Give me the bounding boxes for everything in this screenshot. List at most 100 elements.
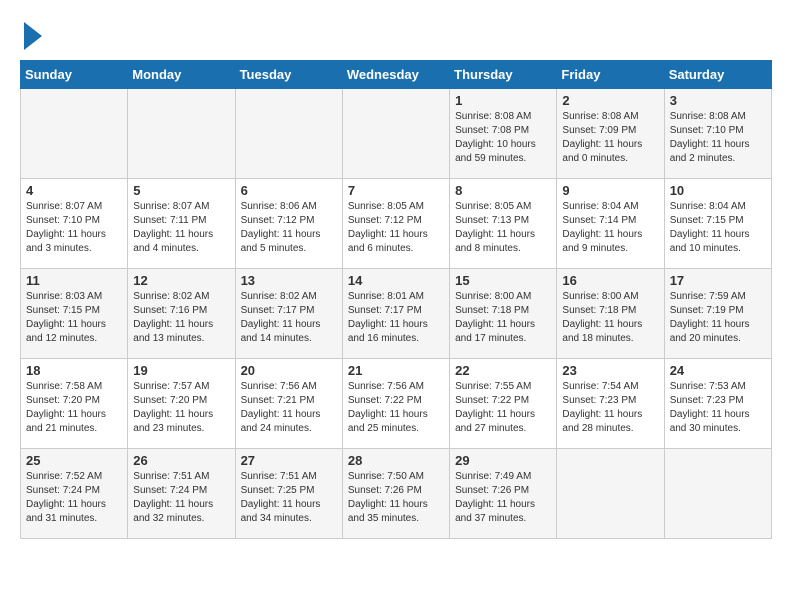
header-tuesday: Tuesday [235,61,342,89]
calendar-cell: 25 Sunrise: 7:52 AM Sunset: 7:24 PM Dayli… [21,449,128,539]
calendar-cell: 10 Sunrise: 8:04 AM Sunset: 7:15 PM Dayli… [664,179,771,269]
day-info: Sunrise: 7:54 AM Sunset: 7:23 PM Dayligh… [562,380,658,436]
calendar-week-row: 4 Sunrise: 8:07 AM Sunset: 7:10 PM Daylig… [21,179,772,269]
day-info: Sunrise: 7:52 AM Sunset: 7:24 PM Dayligh… [26,470,122,526]
calendar-cell: 22 Sunrise: 7:55 AM Sunset: 7:22 PM Dayli… [450,359,557,449]
day-number: 22 [455,363,551,378]
day-info: Sunrise: 8:04 AM Sunset: 7:14 PM Dayligh… [562,200,658,256]
calendar-cell: 2 Sunrise: 8:08 AM Sunset: 7:09 PM Daylig… [557,89,664,179]
day-number: 6 [241,183,337,198]
calendar-cell: 13Sunrise: 8:02 AM Sunset: 7:17 PM Dayli… [235,269,342,359]
day-number: 12 [133,273,229,288]
day-number: 25 [26,453,122,468]
day-info: Sunrise: 8:08 AM Sunset: 7:10 PM Dayligh… [670,110,766,166]
calendar-cell: 19 Sunrise: 7:57 AM Sunset: 7:20 PM Dayli… [128,359,235,449]
calendar-table: SundayMondayTuesdayWednesdayThursdayFrid… [20,60,772,539]
day-info: Sunrise: 8:06 AM Sunset: 7:12 PM Dayligh… [241,200,337,256]
calendar-cell [128,89,235,179]
day-number: 16 [562,273,658,288]
day-info: Sunrise: 7:53 AM Sunset: 7:23 PM Dayligh… [670,380,766,436]
day-info: Sunrise: 7:51 AM Sunset: 7:25 PM Dayligh… [241,470,337,526]
calendar-cell: 9 Sunrise: 8:04 AM Sunset: 7:14 PM Daylig… [557,179,664,269]
calendar-cell: 5 Sunrise: 8:07 AM Sunset: 7:11 PM Daylig… [128,179,235,269]
day-info: Sunrise: 8:00 AM Sunset: 7:18 PM Dayligh… [562,290,658,346]
day-number: 26 [133,453,229,468]
day-info: Sunrise: 8:05 AM Sunset: 7:13 PM Dayligh… [455,200,551,256]
day-number: 14 [348,273,444,288]
calendar-cell: 20 Sunrise: 7:56 AM Sunset: 7:21 PM Dayli… [235,359,342,449]
calendar-cell: 14 Sunrise: 8:01 AM Sunset: 7:17 PM Dayli… [342,269,449,359]
calendar-cell: 28 Sunrise: 7:50 AM Sunset: 7:26 PM Dayli… [342,449,449,539]
day-info: Sunrise: 7:58 AM Sunset: 7:20 PM Dayligh… [26,380,122,436]
day-info: Sunrise: 7:56 AM Sunset: 7:21 PM Dayligh… [241,380,337,436]
header-monday: Monday [128,61,235,89]
calendar-cell [557,449,664,539]
day-info: Sunrise: 7:49 AM Sunset: 7:26 PM Dayligh… [455,470,551,526]
day-number: 3 [670,93,766,108]
day-number: 9 [562,183,658,198]
day-number: 24 [670,363,766,378]
day-number: 1 [455,93,551,108]
day-number: 11 [26,273,122,288]
header-sunday: Sunday [21,61,128,89]
day-info: Sunrise: 7:56 AM Sunset: 7:22 PM Dayligh… [348,380,444,436]
day-info: Sunrise: 8:05 AM Sunset: 7:12 PM Dayligh… [348,200,444,256]
calendar-cell: 15Sunrise: 8:00 AM Sunset: 7:18 PM Dayli… [450,269,557,359]
header-friday: Friday [557,61,664,89]
calendar-header-row: SundayMondayTuesdayWednesdayThursdayFrid… [21,61,772,89]
day-info: Sunrise: 8:04 AM Sunset: 7:15 PM Dayligh… [670,200,766,256]
calendar-cell [235,89,342,179]
calendar-cell: 4 Sunrise: 8:07 AM Sunset: 7:10 PM Daylig… [21,179,128,269]
day-number: 27 [241,453,337,468]
day-info: Sunrise: 8:02 AM Sunset: 7:17 PM Dayligh… [241,290,337,346]
day-info: Sunrise: 8:08 AM Sunset: 7:09 PM Dayligh… [562,110,658,166]
day-number: 8 [455,183,551,198]
calendar-cell: 23 Sunrise: 7:54 AM Sunset: 7:23 PM Dayli… [557,359,664,449]
calendar-cell: 18Sunrise: 7:58 AM Sunset: 7:20 PM Dayli… [21,359,128,449]
calendar-cell: 7 Sunrise: 8:05 AM Sunset: 7:12 PM Daylig… [342,179,449,269]
day-info: Sunrise: 8:00 AM Sunset: 7:18 PM Dayligh… [455,290,551,346]
calendar-cell: 27 Sunrise: 7:51 AM Sunset: 7:25 PM Dayli… [235,449,342,539]
calendar-cell: 3 Sunrise: 8:08 AM Sunset: 7:10 PM Daylig… [664,89,771,179]
calendar-cell: 1 Sunrise: 8:08 AM Sunset: 7:08 PM Daylig… [450,89,557,179]
logo-arrow-icon [24,22,42,50]
day-number: 10 [670,183,766,198]
day-number: 28 [348,453,444,468]
day-info: Sunrise: 8:07 AM Sunset: 7:10 PM Dayligh… [26,200,122,256]
day-info: Sunrise: 7:51 AM Sunset: 7:24 PM Dayligh… [133,470,229,526]
calendar-cell: 16 Sunrise: 8:00 AM Sunset: 7:18 PM Dayli… [557,269,664,359]
day-info: Sunrise: 8:08 AM Sunset: 7:08 PM Dayligh… [455,110,551,166]
day-number: 21 [348,363,444,378]
calendar-week-row: 18Sunrise: 7:58 AM Sunset: 7:20 PM Dayli… [21,359,772,449]
calendar-cell: 12 Sunrise: 8:02 AM Sunset: 7:16 PM Dayli… [128,269,235,359]
day-info: Sunrise: 7:55 AM Sunset: 7:22 PM Dayligh… [455,380,551,436]
day-number: 17 [670,273,766,288]
calendar-week-row: 11Sunrise: 8:03 AM Sunset: 7:15 PM Dayli… [21,269,772,359]
day-number: 7 [348,183,444,198]
calendar-cell: 26 Sunrise: 7:51 AM Sunset: 7:24 PM Dayli… [128,449,235,539]
day-number: 4 [26,183,122,198]
calendar-cell: 17Sunrise: 7:59 AM Sunset: 7:19 PM Dayli… [664,269,771,359]
day-info: Sunrise: 8:01 AM Sunset: 7:17 PM Dayligh… [348,290,444,346]
header-wednesday: Wednesday [342,61,449,89]
calendar-cell: 8 Sunrise: 8:05 AM Sunset: 7:13 PM Daylig… [450,179,557,269]
day-info: Sunrise: 7:50 AM Sunset: 7:26 PM Dayligh… [348,470,444,526]
day-number: 2 [562,93,658,108]
day-info: Sunrise: 7:57 AM Sunset: 7:20 PM Dayligh… [133,380,229,436]
calendar-cell [342,89,449,179]
page-header [20,20,772,50]
day-number: 20 [241,363,337,378]
header-thursday: Thursday [450,61,557,89]
calendar-week-row: 25 Sunrise: 7:52 AM Sunset: 7:24 PM Dayli… [21,449,772,539]
day-number: 19 [133,363,229,378]
calendar-cell [664,449,771,539]
calendar-cell [21,89,128,179]
calendar-cell: 24 Sunrise: 7:53 AM Sunset: 7:23 PM Dayli… [664,359,771,449]
calendar-cell: 21 Sunrise: 7:56 AM Sunset: 7:22 PM Dayli… [342,359,449,449]
calendar-week-row: 1 Sunrise: 8:08 AM Sunset: 7:08 PM Daylig… [21,89,772,179]
day-number: 29 [455,453,551,468]
day-number: 5 [133,183,229,198]
day-number: 23 [562,363,658,378]
day-info: Sunrise: 8:02 AM Sunset: 7:16 PM Dayligh… [133,290,229,346]
day-info: Sunrise: 8:07 AM Sunset: 7:11 PM Dayligh… [133,200,229,256]
